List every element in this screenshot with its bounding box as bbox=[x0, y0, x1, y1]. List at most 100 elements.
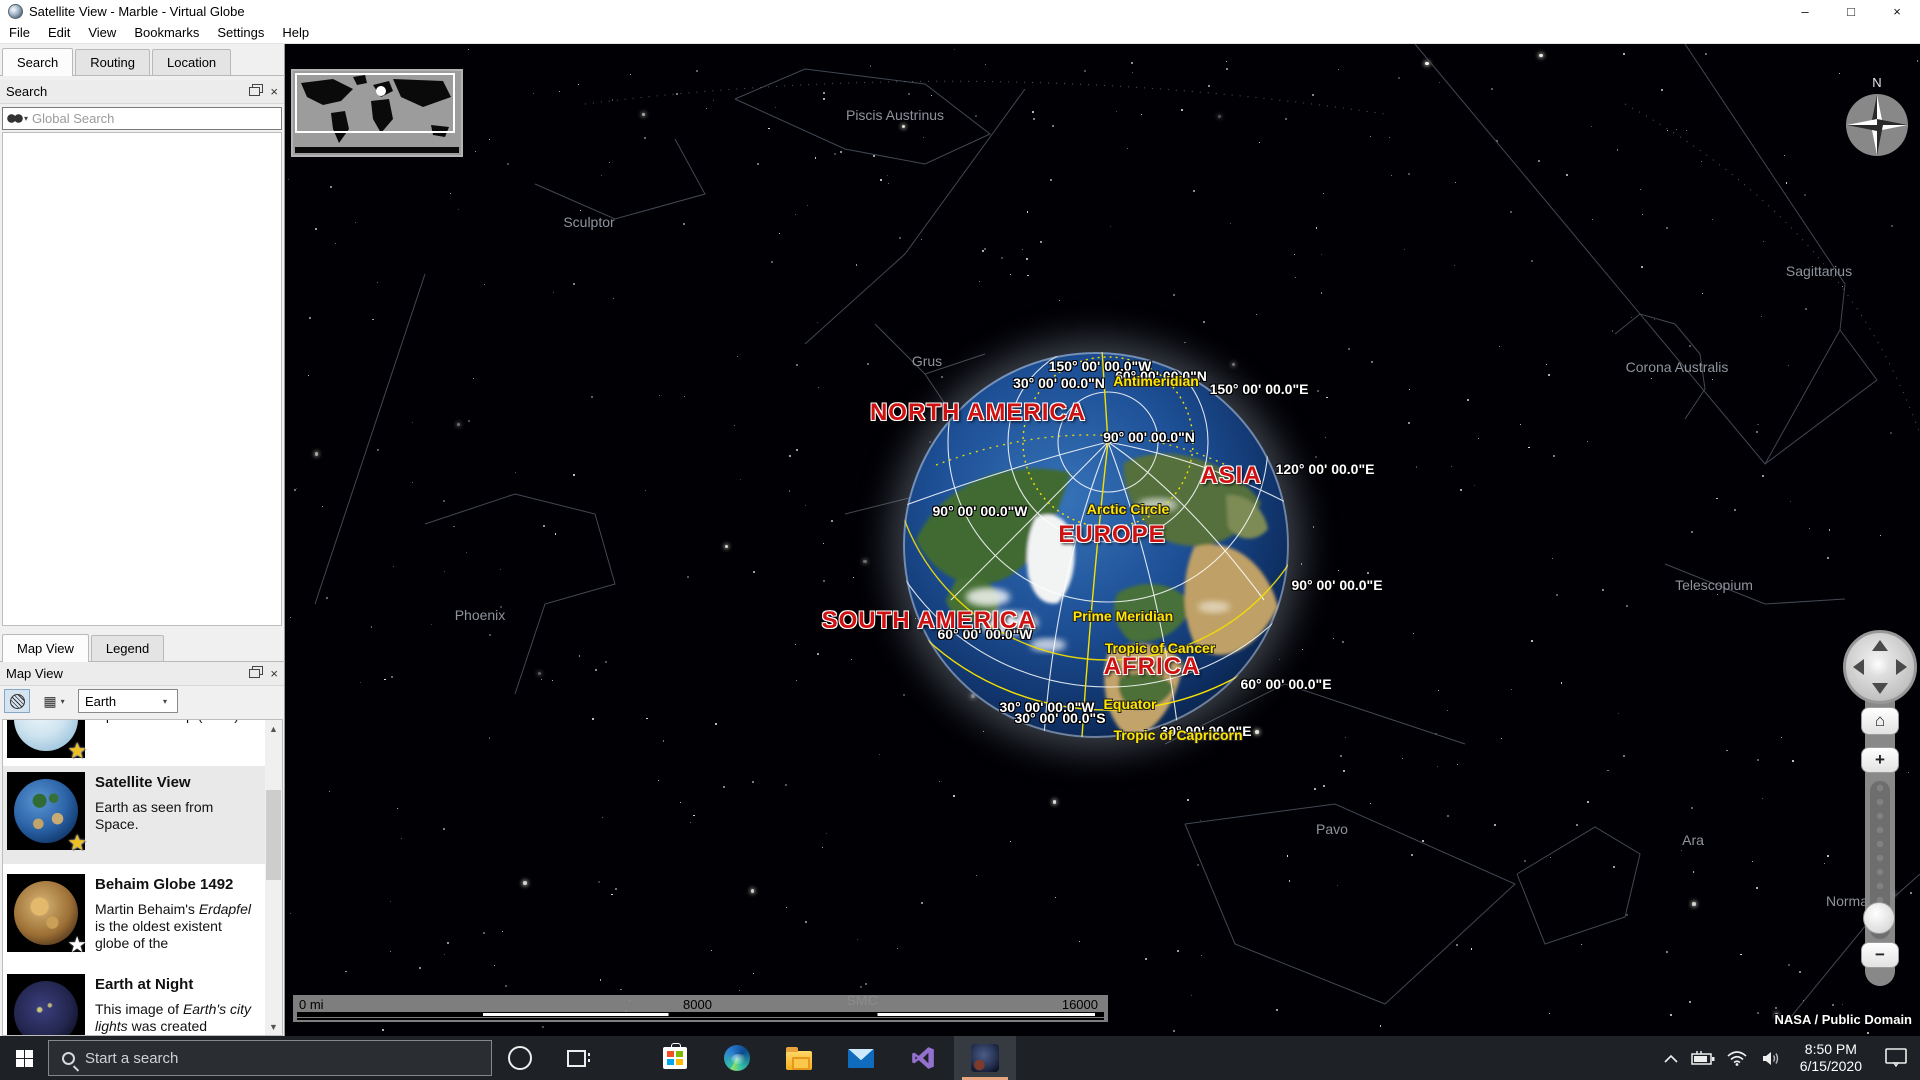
zoom-slider-handle[interactable] bbox=[1863, 902, 1895, 934]
overview-map[interactable] bbox=[291, 69, 463, 157]
taskbar-app-mail[interactable] bbox=[830, 1036, 892, 1080]
taskbar-clock[interactable]: 8:50 PM 6/15/2020 bbox=[1790, 1041, 1872, 1075]
title-bar: Satellite View - Marble - Virtual Globe … bbox=[0, 0, 1920, 22]
globe-projection-icon bbox=[10, 694, 25, 709]
antimeridian-label: Antimeridian bbox=[1113, 373, 1199, 389]
coordinate-label: 90° 00' 00.0"N bbox=[1103, 429, 1195, 445]
minimize-button[interactable]: – bbox=[1782, 0, 1828, 22]
pan-down-icon[interactable] bbox=[1872, 683, 1888, 694]
tab-location[interactable]: Location bbox=[152, 49, 231, 75]
compass-rose[interactable]: N bbox=[1835, 73, 1919, 165]
scale-label-mid: 8000 bbox=[683, 997, 712, 1012]
favorite-star-icon[interactable]: ★ bbox=[67, 740, 87, 762]
battery-icon[interactable] bbox=[1686, 1036, 1720, 1080]
projection-menu-button[interactable]: ▦ ▾ bbox=[36, 689, 72, 713]
close-panel-icon[interactable]: × bbox=[270, 84, 278, 99]
map-description: Earth as seen from Space. bbox=[95, 799, 213, 832]
search-results-area[interactable] bbox=[2, 132, 282, 626]
attribution-label: NASA / Public Domain bbox=[1775, 1012, 1912, 1027]
search-input[interactable] bbox=[32, 111, 281, 126]
map-thumbnail: ★ bbox=[7, 874, 85, 952]
projection-caret-icon: ▾ bbox=[61, 697, 65, 706]
list-item-behaim-globe[interactable]: ★ Behaim Globe 1492 Martin Behaim's Erda… bbox=[3, 868, 265, 964]
map-description: This image of bbox=[95, 1001, 183, 1017]
map-canvas[interactable]: Piscis Austrinus Sculptor Grus Phoenix S… bbox=[285, 44, 1920, 1036]
menu-help[interactable]: Help bbox=[273, 23, 318, 42]
constellation-label: Phoenix bbox=[455, 607, 506, 623]
search-options-caret-icon[interactable]: ▾ bbox=[24, 114, 28, 123]
float-panel-icon[interactable] bbox=[249, 87, 260, 96]
map-title: Earth at Night bbox=[95, 976, 253, 993]
menu-file[interactable]: File bbox=[0, 23, 39, 42]
menu-view[interactable]: View bbox=[79, 23, 125, 42]
zoom-out-button[interactable]: − bbox=[1861, 942, 1899, 968]
constellation-label: Corona Australis bbox=[1626, 359, 1729, 375]
task-view-button[interactable] bbox=[548, 1036, 604, 1080]
pan-left-icon[interactable] bbox=[1853, 659, 1864, 675]
marble-app-icon bbox=[8, 4, 23, 19]
cortana-button[interactable] bbox=[492, 1036, 548, 1080]
windows-logo-icon bbox=[16, 1050, 33, 1067]
scroll-down-icon[interactable]: ▼ bbox=[265, 1018, 282, 1035]
favorite-star-icon[interactable]: ★ bbox=[67, 934, 87, 956]
list-item-openstreetmap[interactable]: ★ created by the OpenStreetMap (OSM) bbox=[3, 719, 265, 764]
taskbar-search-box[interactable] bbox=[48, 1040, 492, 1076]
start-button[interactable] bbox=[0, 1036, 48, 1080]
action-center-button[interactable] bbox=[1872, 1036, 1920, 1080]
list-item-satellite-view[interactable]: ★ Satellite View Earth as seen from Spac… bbox=[3, 766, 265, 864]
pan-up-icon[interactable] bbox=[1872, 640, 1888, 651]
list-item-earth-at-night[interactable]: Earth at Night This image of Earth's cit… bbox=[3, 968, 265, 1036]
pan-dpad[interactable] bbox=[1843, 630, 1917, 704]
taskbar-app-file-explorer[interactable] bbox=[768, 1036, 830, 1080]
scale-segments bbox=[297, 1012, 1104, 1017]
menu-settings[interactable]: Settings bbox=[208, 23, 273, 42]
scale-baseline bbox=[297, 1018, 1104, 1020]
tab-routing[interactable]: Routing bbox=[75, 49, 150, 75]
tray-chevron-up-icon[interactable] bbox=[1656, 1036, 1686, 1080]
taskbar-app-visual-studio[interactable] bbox=[892, 1036, 954, 1080]
close-panel-icon[interactable]: × bbox=[270, 666, 278, 681]
float-panel-icon[interactable] bbox=[249, 669, 260, 678]
coordinate-label: 90° 00' 00.0"W bbox=[933, 503, 1028, 519]
map-description: Martin Behaim's bbox=[95, 901, 199, 917]
list-scrollbar[interactable]: ▲ ▼ bbox=[265, 720, 282, 1035]
dock-top-tabs: Search Routing Location bbox=[0, 48, 285, 76]
map-description: was created bbox=[128, 1018, 207, 1034]
mapview-panel-header: Map View × bbox=[0, 662, 284, 686]
celestial-body-select[interactable]: Earth ▾ bbox=[78, 689, 178, 713]
pan-right-icon[interactable] bbox=[1896, 659, 1907, 675]
taskbar-app-edge[interactable] bbox=[706, 1036, 768, 1080]
constellation-label: Piscis Austrinus bbox=[846, 107, 944, 123]
favorite-star-icon[interactable]: ★ bbox=[67, 832, 87, 854]
task-view-icon bbox=[567, 1050, 586, 1067]
close-button[interactable]: × bbox=[1874, 0, 1920, 22]
scroll-up-icon[interactable]: ▲ bbox=[265, 720, 282, 737]
wifi-icon[interactable] bbox=[1720, 1036, 1754, 1080]
constellation-label: Pavo bbox=[1316, 821, 1348, 837]
mail-icon bbox=[848, 1049, 874, 1068]
taskbar-app-marble[interactable] bbox=[954, 1036, 1016, 1080]
tab-legend[interactable]: Legend bbox=[91, 635, 164, 661]
equator-label: Equator bbox=[1104, 696, 1157, 712]
scrollbar-thumb[interactable] bbox=[266, 790, 281, 880]
mapview-panel-title: Map View bbox=[6, 666, 63, 681]
maximize-button[interactable]: □ bbox=[1828, 0, 1874, 22]
binoculars-icon[interactable] bbox=[7, 114, 23, 123]
pan-center-button[interactable] bbox=[1870, 657, 1890, 677]
taskbar: 8:50 PM 6/15/2020 bbox=[0, 1036, 1920, 1080]
tab-search[interactable]: Search bbox=[2, 48, 73, 76]
home-button[interactable]: ⌂ bbox=[1861, 707, 1899, 735]
combo-caret-icon: ▾ bbox=[163, 697, 167, 706]
taskbar-search-input[interactable] bbox=[85, 1050, 465, 1067]
globe-projection-button[interactable] bbox=[4, 689, 30, 713]
scale-label-start: 0 mi bbox=[299, 997, 324, 1012]
speaker-icon[interactable] bbox=[1754, 1036, 1790, 1080]
menu-bookmarks[interactable]: Bookmarks bbox=[125, 23, 208, 42]
zoom-in-button[interactable]: + bbox=[1861, 747, 1899, 773]
map-title: Behaim Globe 1492 bbox=[95, 876, 253, 893]
taskbar-app-store[interactable] bbox=[644, 1036, 706, 1080]
coordinate-label: 30° 00' 00.0"S bbox=[1014, 710, 1105, 726]
compass-north-label: N bbox=[1872, 75, 1881, 90]
tab-map-view[interactable]: Map View bbox=[2, 634, 89, 662]
menu-edit[interactable]: Edit bbox=[39, 23, 79, 42]
